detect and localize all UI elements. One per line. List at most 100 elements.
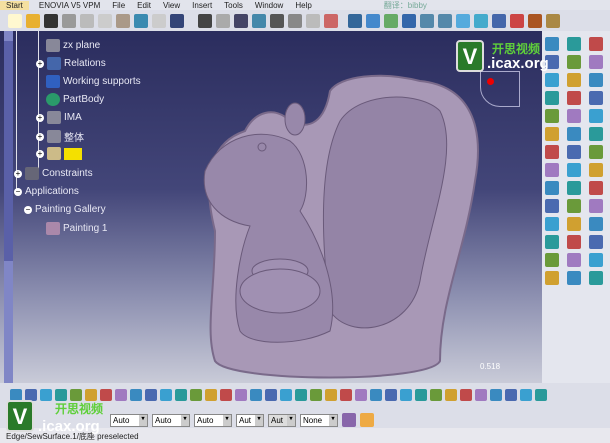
lineweight-select[interactable]: Aut ▾ bbox=[268, 413, 296, 427]
tool-icon[interactable] bbox=[190, 389, 202, 401]
tool-icon[interactable] bbox=[589, 55, 603, 69]
tool-icon[interactable] bbox=[310, 389, 322, 401]
tool-icon[interactable] bbox=[589, 127, 603, 141]
fly-icon[interactable] bbox=[348, 13, 362, 28]
zoom-out-icon[interactable] bbox=[438, 13, 452, 28]
tool-icon[interactable] bbox=[567, 55, 581, 69]
tool-icon[interactable] bbox=[589, 199, 603, 213]
tool-icon[interactable] bbox=[545, 217, 559, 231]
zoom-in-icon[interactable] bbox=[420, 13, 434, 28]
tool-icon[interactable] bbox=[130, 389, 142, 401]
menu-file[interactable]: File bbox=[112, 1, 125, 10]
save-icon[interactable] bbox=[44, 13, 58, 28]
tool-icon[interactable] bbox=[567, 271, 581, 285]
menu-insert[interactable]: Insert bbox=[192, 1, 212, 10]
table-icon[interactable] bbox=[234, 13, 248, 28]
menu-view[interactable]: View bbox=[163, 1, 180, 10]
expand-icon[interactable]: + bbox=[14, 169, 22, 178]
parameters-icon[interactable] bbox=[288, 13, 302, 28]
linetype-auto-select[interactable]: Auto ▾ bbox=[194, 413, 232, 427]
tool-icon[interactable] bbox=[535, 389, 547, 401]
tool-icon[interactable] bbox=[545, 199, 559, 213]
tree-item-ima[interactable]: + IMA bbox=[36, 111, 82, 124]
view-mode-icon[interactable] bbox=[492, 13, 506, 28]
tree-scrollbar[interactable] bbox=[4, 31, 13, 383]
tool-icon[interactable] bbox=[40, 389, 52, 401]
linetype-select[interactable]: Aut ▾ bbox=[236, 413, 264, 427]
tool-icon[interactable] bbox=[235, 389, 247, 401]
swap-icon[interactable] bbox=[546, 13, 560, 28]
tool-icon[interactable] bbox=[205, 389, 217, 401]
tool-icon[interactable] bbox=[589, 109, 603, 123]
layer-select[interactable]: None ▾ bbox=[300, 413, 338, 427]
color-select[interactable]: Auto ▾ bbox=[110, 413, 148, 427]
redo-icon[interactable] bbox=[152, 13, 166, 28]
undo-icon[interactable] bbox=[134, 13, 148, 28]
menu-edit[interactable]: Edit bbox=[137, 1, 151, 10]
tool-icon[interactable] bbox=[545, 73, 559, 87]
tool-icon[interactable] bbox=[325, 389, 337, 401]
catalog-icon[interactable] bbox=[324, 13, 338, 28]
tool-icon[interactable] bbox=[370, 389, 382, 401]
new-icon[interactable] bbox=[8, 13, 22, 28]
tool-icon[interactable] bbox=[545, 253, 559, 267]
rotate-icon[interactable] bbox=[402, 13, 416, 28]
iso-view-icon[interactable] bbox=[474, 13, 488, 28]
lock-icon[interactable] bbox=[270, 13, 284, 28]
expand-icon[interactable]: + bbox=[36, 59, 44, 68]
open-icon[interactable] bbox=[26, 13, 40, 28]
tool-icon[interactable] bbox=[115, 389, 127, 401]
tree-item-selected-body[interactable]: + bbox=[36, 147, 82, 160]
tool-icon[interactable] bbox=[567, 163, 581, 177]
tool-icon[interactable] bbox=[250, 389, 262, 401]
tree-item-painting-1[interactable]: Painting 1 bbox=[46, 222, 107, 235]
tool-icon[interactable] bbox=[265, 389, 277, 401]
collapse-icon[interactable]: − bbox=[24, 205, 32, 214]
tool-icon[interactable] bbox=[589, 73, 603, 87]
tree-item-painting-gallery[interactable]: − Painting Gallery bbox=[24, 204, 106, 215]
paintbrush-icon[interactable] bbox=[342, 413, 356, 427]
tool-icon[interactable] bbox=[567, 199, 581, 213]
tool-icon[interactable] bbox=[340, 389, 352, 401]
tree-item-relations[interactable]: + Relations bbox=[36, 57, 106, 70]
tool-icon[interactable] bbox=[567, 73, 581, 87]
tool-icon[interactable] bbox=[545, 181, 559, 195]
formula-icon[interactable] bbox=[198, 13, 212, 28]
tool-icon[interactable] bbox=[567, 127, 581, 141]
tool-icon[interactable] bbox=[567, 91, 581, 105]
tool-icon[interactable] bbox=[589, 253, 603, 267]
tool-icon[interactable] bbox=[567, 235, 581, 249]
expand-icon[interactable]: + bbox=[36, 149, 44, 158]
menu-help[interactable]: Help bbox=[295, 1, 311, 10]
tool-icon[interactable] bbox=[545, 163, 559, 177]
menu-tools[interactable]: Tools bbox=[224, 1, 243, 10]
tool-icon[interactable] bbox=[567, 145, 581, 159]
tool-icon[interactable] bbox=[520, 389, 532, 401]
transparency-select[interactable]: Auto ▾ bbox=[152, 413, 190, 427]
tree-icon[interactable] bbox=[252, 13, 266, 28]
expand-icon[interactable]: + bbox=[36, 113, 44, 122]
tool-icon[interactable] bbox=[505, 389, 517, 401]
tree-item-working-supports[interactable]: Working supports bbox=[46, 75, 141, 88]
tool-icon[interactable] bbox=[589, 37, 603, 51]
tool-icon[interactable] bbox=[280, 389, 292, 401]
help-icon[interactable] bbox=[170, 13, 184, 28]
tool-icon[interactable] bbox=[355, 389, 367, 401]
menu-start[interactable]: Start bbox=[0, 0, 29, 10]
copy-icon[interactable] bbox=[98, 13, 112, 28]
tool-icon[interactable] bbox=[145, 389, 157, 401]
tool-icon[interactable] bbox=[545, 91, 559, 105]
tool-icon[interactable] bbox=[415, 389, 427, 401]
tree-item-applications[interactable]: − Applications bbox=[14, 186, 79, 197]
menu-window[interactable]: Window bbox=[255, 1, 283, 10]
paste-icon[interactable] bbox=[116, 13, 130, 28]
tool-icon[interactable] bbox=[460, 389, 472, 401]
cut-icon[interactable] bbox=[80, 13, 94, 28]
tool-icon[interactable] bbox=[545, 37, 559, 51]
tool-icon[interactable] bbox=[567, 181, 581, 195]
print-icon[interactable] bbox=[62, 13, 76, 28]
hide-show-icon[interactable] bbox=[528, 13, 542, 28]
tool-icon[interactable] bbox=[160, 389, 172, 401]
tool-icon[interactable] bbox=[567, 37, 581, 51]
tool-icon[interactable] bbox=[295, 389, 307, 401]
